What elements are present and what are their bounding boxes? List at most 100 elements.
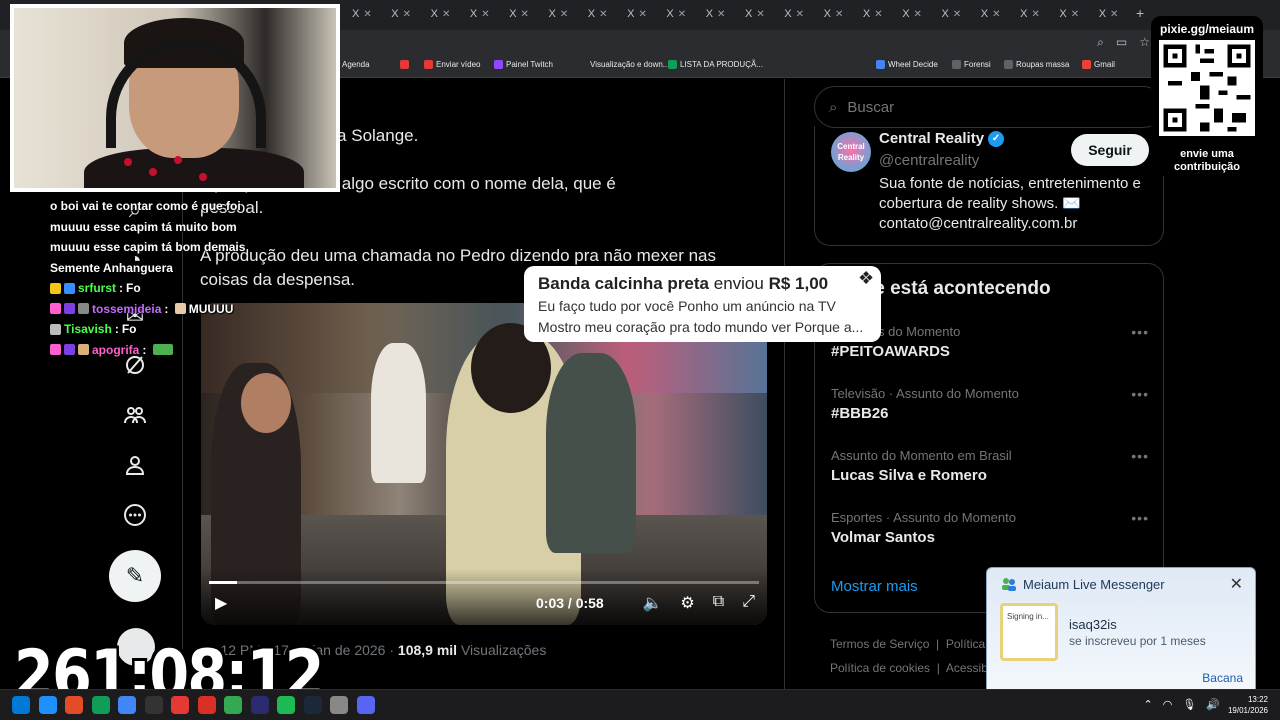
tab-close-icon[interactable]: ✕ bbox=[560, 9, 568, 20]
video-progress-bar[interactable] bbox=[209, 581, 759, 584]
chat-username[interactable]: tossemideia bbox=[92, 299, 161, 320]
tab-close-icon[interactable]: ✕ bbox=[678, 9, 686, 20]
taskbar-app-icon[interactable] bbox=[303, 696, 322, 714]
messenger-action-button[interactable]: Bacana bbox=[1202, 671, 1243, 685]
browser-tab[interactable]: X ✕ bbox=[706, 6, 744, 22]
tab-close-icon[interactable]: ✕ bbox=[717, 9, 725, 20]
trend-item[interactable]: Esportes · Assunto do Momento Volmar San… bbox=[831, 510, 1149, 546]
browser-tab[interactable]: X ✕ bbox=[588, 6, 626, 22]
more-icon[interactable]: ••• bbox=[1131, 448, 1149, 464]
follow-button[interactable]: Seguir bbox=[1071, 134, 1149, 166]
tab-close-icon[interactable]: ✕ bbox=[638, 9, 646, 20]
nav-communities-icon[interactable] bbox=[122, 403, 148, 429]
footer-link[interactable]: Política bbox=[946, 637, 985, 651]
browser-tab[interactable]: X ✕ bbox=[627, 6, 665, 22]
cast-icon[interactable]: ▭ bbox=[1116, 35, 1127, 50]
browser-tab[interactable]: X ✕ bbox=[470, 6, 508, 22]
bookmark-item[interactable]: Gmail bbox=[1082, 60, 1115, 69]
profile-card[interactable]: Central Reality Central Reality ✓ @centra… bbox=[814, 126, 1164, 246]
pip-icon[interactable]: ⧉ bbox=[713, 593, 724, 613]
taskbar-app-icon[interactable] bbox=[118, 696, 136, 714]
nav-profile-icon[interactable] bbox=[122, 453, 148, 479]
bookmark-item[interactable]: Wheel Decide bbox=[876, 60, 938, 69]
taskbar-app-icon[interactable] bbox=[65, 696, 83, 714]
taskbar-app-icon[interactable] bbox=[224, 696, 242, 714]
profile-avatar[interactable]: Central Reality bbox=[831, 132, 871, 172]
nav-more-icon[interactable] bbox=[122, 503, 148, 529]
browser-tab[interactable]: X ✕ bbox=[431, 6, 469, 22]
show-more-link[interactable]: Mostrar mais bbox=[831, 578, 918, 595]
zoom-icon[interactable]: ⌕ bbox=[1097, 35, 1104, 50]
tab-close-icon[interactable]: ✕ bbox=[756, 9, 764, 20]
messenger-notification[interactable]: Meiaum Live Messenger ✕ Signing in... is… bbox=[986, 567, 1256, 695]
more-icon[interactable]: ••• bbox=[1131, 324, 1149, 340]
taskbar-app-icon[interactable] bbox=[330, 696, 348, 714]
bookmark-item[interactable]: Forensi bbox=[952, 60, 991, 69]
tab-close-icon[interactable]: ✕ bbox=[992, 9, 1000, 20]
taskbar-app-icon[interactable] bbox=[144, 696, 163, 714]
footer-link[interactable]: Termos de Serviço bbox=[830, 637, 929, 651]
taskbar-app-icon[interactable] bbox=[197, 696, 216, 714]
fullscreen-icon[interactable]: ⤢ bbox=[742, 593, 755, 613]
taskbar-app-icon[interactable] bbox=[277, 696, 295, 714]
tab-close-icon[interactable]: ✕ bbox=[442, 9, 450, 20]
browser-tab[interactable]: X ✕ bbox=[391, 6, 429, 22]
tab-close-icon[interactable]: ✕ bbox=[363, 9, 371, 20]
tab-close-icon[interactable]: ✕ bbox=[403, 9, 411, 20]
close-icon[interactable]: ✕ bbox=[1230, 574, 1243, 594]
taskbar-app-icon[interactable] bbox=[91, 696, 110, 714]
browser-tab[interactable]: X ✕ bbox=[352, 6, 390, 22]
tab-close-icon[interactable]: ✕ bbox=[874, 9, 882, 20]
browser-tab[interactable]: X ✕ bbox=[1020, 6, 1058, 22]
taskbar-app-icon[interactable] bbox=[250, 696, 269, 714]
trend-item[interactable]: Televisão · Assunto do Momento #BBB26 ••… bbox=[831, 386, 1149, 422]
new-tab-button[interactable]: + bbox=[1136, 5, 1144, 21]
browser-tab[interactable]: X ✕ bbox=[1059, 6, 1097, 22]
tab-close-icon[interactable]: ✕ bbox=[599, 9, 607, 20]
browser-tab[interactable]: X ✕ bbox=[981, 6, 1019, 22]
bookmark-item[interactable]: LISTA DA PRODUÇÃ... bbox=[668, 60, 763, 69]
footer-link[interactable]: Acessib bbox=[946, 661, 988, 675]
taskbar-app-icon[interactable] bbox=[12, 696, 30, 714]
taskbar-app-icon[interactable] bbox=[38, 696, 57, 714]
tab-close-icon[interactable]: ✕ bbox=[521, 9, 529, 20]
tab-close-icon[interactable]: ✕ bbox=[1031, 9, 1039, 20]
profile-name[interactable]: Central Reality ✓ bbox=[879, 130, 1005, 147]
tab-close-icon[interactable]: ✕ bbox=[914, 9, 922, 20]
volume-icon[interactable]: 🔊 bbox=[1206, 698, 1220, 711]
search-input[interactable]: ⌕ Buscar bbox=[814, 86, 1164, 128]
trend-item[interactable]: Assunto do Momento em Brasil Lucas Silva… bbox=[831, 448, 1149, 484]
tab-close-icon[interactable]: ✕ bbox=[835, 9, 843, 20]
more-icon[interactable]: ••• bbox=[1131, 510, 1149, 526]
microphone-icon[interactable]: 🎙 bbox=[1182, 698, 1196, 711]
star-icon[interactable]: ☆ bbox=[1139, 35, 1150, 50]
browser-tab[interactable]: X ✕ bbox=[745, 6, 783, 22]
post-button[interactable]: ✎ bbox=[109, 550, 161, 602]
browser-tab[interactable]: X ✕ bbox=[902, 6, 940, 22]
bookmark-item[interactable] bbox=[400, 60, 412, 69]
taskbar-app-icon[interactable] bbox=[171, 696, 189, 714]
settings-icon[interactable]: ⚙ bbox=[680, 593, 694, 613]
bookmark-item[interactable]: Roupas massa bbox=[1004, 60, 1069, 69]
bookmark-item[interactable]: Painel Twitch bbox=[494, 60, 553, 69]
tab-close-icon[interactable]: ✕ bbox=[481, 9, 489, 20]
tab-close-icon[interactable]: ✕ bbox=[953, 9, 961, 20]
bookmark-item[interactable]: Enviar vídeo bbox=[424, 60, 480, 69]
volume-icon[interactable]: 🔈 bbox=[642, 593, 662, 613]
browser-tab[interactable]: X ✕ bbox=[666, 6, 704, 22]
browser-tab[interactable]: X ✕ bbox=[824, 6, 862, 22]
play-icon[interactable]: ▶ bbox=[215, 593, 227, 613]
taskbar-app-icon[interactable] bbox=[356, 696, 375, 714]
tab-close-icon[interactable]: ✕ bbox=[1071, 9, 1079, 20]
chat-username[interactable]: apogrifa bbox=[92, 340, 139, 361]
browser-tab[interactable]: X ✕ bbox=[1099, 6, 1137, 22]
more-icon[interactable]: ••• bbox=[1131, 386, 1149, 402]
browser-tab[interactable]: X ✕ bbox=[863, 6, 901, 22]
wifi-icon[interactable]: ◠ bbox=[1163, 698, 1173, 711]
browser-tab[interactable]: X ✕ bbox=[784, 6, 822, 22]
chat-username[interactable]: srfurst bbox=[78, 278, 116, 299]
browser-tab[interactable]: X ✕ bbox=[549, 6, 587, 22]
chat-username[interactable]: Tisavish bbox=[64, 319, 112, 340]
bookmark-item[interactable]: Visualização e down... bbox=[578, 60, 669, 69]
taskbar-clock[interactable]: 13:22 19/01/2026 bbox=[1228, 694, 1268, 716]
